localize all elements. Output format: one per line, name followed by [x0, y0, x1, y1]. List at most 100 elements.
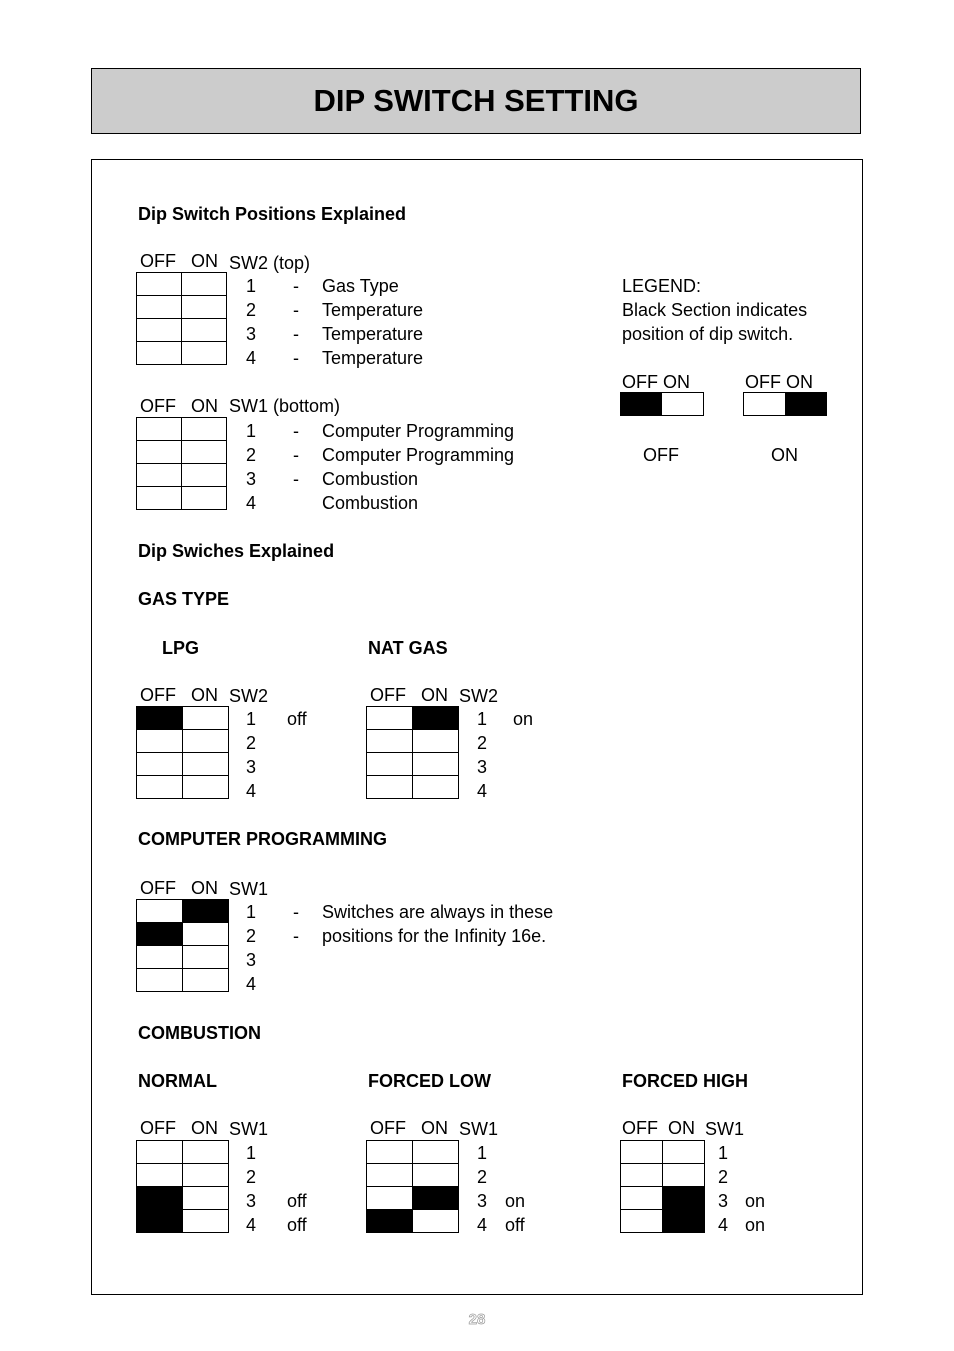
switch-off-cell: [366, 775, 413, 799]
row-number: 2: [246, 733, 257, 753]
row-number: 4: [718, 1215, 729, 1235]
switch-row: [136, 899, 229, 923]
switch-row: [136, 775, 229, 799]
switch-row: [136, 1186, 229, 1210]
switch-on-cell: [181, 486, 227, 510]
switch-off-cell: [366, 752, 413, 776]
switch-row: [620, 1140, 705, 1164]
switch-bank-label: SW1: [705, 1119, 745, 1139]
row-number: 1: [246, 1143, 257, 1163]
switch-on-cell: [182, 1163, 229, 1187]
switch-on-cell: [182, 1186, 229, 1210]
switch-on-cell: [412, 1209, 459, 1233]
row-number: 1: [246, 709, 257, 729]
computer-programming-switch-grid: [136, 899, 229, 992]
row-dash: -: [293, 348, 299, 368]
col-on-label: ON: [668, 1118, 695, 1138]
normal-title: NORMAL: [138, 1071, 217, 1091]
switch-bank-label: SW1: [229, 1119, 269, 1139]
row-number: 4: [246, 781, 257, 801]
switch-state-note: off: [287, 709, 307, 729]
row-number: 3: [246, 469, 257, 489]
lpg-title: LPG: [162, 638, 200, 658]
switch-row: [136, 706, 229, 730]
switch-row: [366, 1186, 459, 1210]
col-on-label: ON: [421, 1118, 448, 1138]
legend-text-line1: Black Section indicates: [622, 300, 808, 320]
row-number: 2: [477, 1167, 488, 1187]
switch-on-cell: [182, 899, 229, 923]
row-description: Temperature: [322, 348, 424, 368]
row-number: 2: [246, 445, 257, 465]
switch-off-cell: [136, 752, 183, 776]
row-number: 4: [246, 974, 257, 994]
switch-state-note: off: [505, 1215, 525, 1235]
nat-gas-title: NAT GAS: [368, 638, 448, 658]
switch-state-note: on: [745, 1191, 766, 1211]
switch-off-cell: [136, 899, 183, 923]
row-description: Temperature: [322, 324, 424, 344]
switch-on-cell: [412, 1163, 459, 1187]
switch-off-cell: [136, 706, 183, 730]
row-description: Gas Type: [322, 276, 399, 296]
switch-row: [136, 1140, 229, 1164]
switch-on-cell: [412, 1186, 459, 1210]
switch-off-cell: [366, 729, 413, 753]
switch-off-cell: [136, 417, 182, 441]
forced-low-title: FORCED LOW: [368, 1071, 491, 1091]
switch-state-note: on: [513, 709, 534, 729]
switch-row: [366, 706, 459, 730]
row-number: 3: [246, 950, 257, 970]
switch-on-cell: [412, 752, 459, 776]
switch-row: [136, 968, 229, 992]
nat-gas-switch-grid: [366, 706, 459, 799]
switch-row: [620, 1209, 705, 1233]
row-number: 3: [718, 1191, 729, 1211]
switch-row: [366, 729, 459, 753]
switch-on-cell: [181, 318, 227, 342]
switch-on-cell: [182, 729, 229, 753]
switch-on-cell: [182, 706, 229, 730]
switch-off-cell: [620, 1163, 663, 1187]
switch-row: [136, 729, 229, 753]
row-number: 3: [477, 757, 488, 777]
normal-switch-grid: [136, 1140, 229, 1233]
forced-low-switch-grid: [366, 1140, 459, 1233]
col-off-label: OFF: [370, 1118, 406, 1138]
switch-bank-label: SW2: [229, 686, 269, 706]
switch-on-cell: [181, 295, 227, 319]
row-dash: -: [293, 902, 299, 922]
legend-off-header: OFF ON: [622, 372, 690, 392]
switch-on-cell: [182, 1140, 229, 1164]
legend-off-switch: [620, 392, 704, 416]
switch-on-cell: [662, 1186, 705, 1210]
switch-on-cell: [412, 729, 459, 753]
switch-row: [366, 1140, 459, 1164]
row-dash: -: [293, 469, 299, 489]
row-number: 3: [246, 324, 257, 344]
switch-on-cell: [662, 1163, 705, 1187]
switch-row: [366, 1163, 459, 1187]
col-off-label: OFF: [370, 685, 406, 705]
col-off-label: OFF: [140, 251, 176, 271]
switch-off-cell: [366, 1209, 413, 1233]
switch-bank-label: SW1: [229, 879, 269, 899]
row-number: 4: [477, 781, 488, 801]
computer-programming-heading: COMPUTER PROGRAMMING: [138, 829, 387, 849]
row-number: 4: [246, 1215, 257, 1235]
row-number: 2: [246, 300, 257, 320]
switch-on-cell: [181, 341, 227, 365]
col-off-label: OFF: [140, 396, 176, 416]
switch-row: [366, 752, 459, 776]
switch-off-cell: [136, 463, 182, 487]
explained-heading: Dip Swiches Explained: [138, 541, 335, 561]
legend-on-switch: [743, 392, 827, 416]
gas-type-heading: GAS TYPE: [138, 589, 230, 609]
row-number: 1: [246, 902, 257, 922]
row-dash: -: [293, 926, 299, 946]
row-number: 1: [718, 1143, 729, 1163]
legend-on-header: OFF ON: [745, 372, 813, 392]
sw2-label: SW2 (top): [229, 253, 311, 273]
switch-on-cell: [412, 775, 459, 799]
programming-note-line2: positions for the Infinity 16e.: [322, 926, 547, 946]
